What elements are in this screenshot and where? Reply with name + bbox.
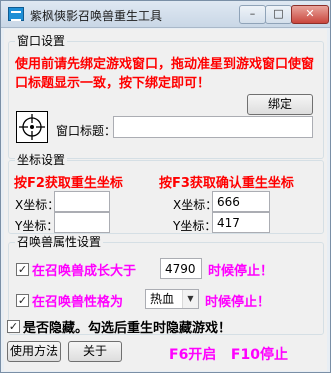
chevron-down-icon: ▼ [182, 290, 198, 308]
nature-condition-prefix: 在召唤兽性格为 [32, 295, 124, 310]
confirm-y-label: Y坐标： [173, 219, 217, 233]
window-title: 紫枫傸影召唤兽重生工具 [30, 9, 163, 23]
hide-checkbox[interactable]: ✓ [7, 320, 20, 333]
bind-button[interactable]: 绑定 [247, 94, 313, 115]
f3-hint: 按F3获取确认重生坐标 [159, 176, 294, 191]
rebirth-y-input[interactable] [54, 212, 110, 233]
maximize-button[interactable]: □ [265, 5, 292, 24]
growth-value-input[interactable]: 4790 [160, 258, 202, 279]
crosshair-drag-handle[interactable] [16, 111, 48, 143]
hide-label: 是否隐藏。勾选后重生时隐藏游戏！ [23, 321, 232, 336]
coordinate-setup-group: 坐标设置 按F2获取重生坐标 按F3获取确认重生坐标 X坐标： Y坐标： X坐标… [8, 153, 324, 234]
window-title-label: 窗口标题： [56, 124, 117, 138]
confirm-y-input[interactable]: 417 [212, 212, 270, 233]
nature-checkbox[interactable]: ✓ [16, 294, 29, 307]
window-title-input[interactable] [113, 116, 313, 138]
pet-attribute-legend: 召唤兽属性设置 [15, 235, 104, 249]
close-button[interactable]: ✕ [291, 5, 329, 24]
window-setup-legend: 窗口设置 [15, 34, 68, 48]
client-area: 窗口设置 使用前请先绑定游戏窗口，拖动准星到游戏窗口使窗口标题显示一致，按下绑定… [4, 29, 327, 371]
hotkey-hint: F6开启 F10停止 [169, 347, 288, 363]
f2-hint: 按F2获取重生坐标 [14, 176, 123, 191]
confirm-x-label: X坐标： [173, 198, 218, 212]
rebirth-x-input[interactable] [54, 191, 110, 212]
crosshair-icon [19, 114, 45, 140]
growth-condition-suffix: 时候停止！ [208, 264, 274, 279]
app-window: 紫枫傸影召唤兽重生工具 – □ ✕ 窗口设置 使用前请先绑定游戏窗口，拖动准星到… [0, 0, 331, 373]
confirm-x-input[interactable]: 666 [212, 191, 270, 212]
rebirth-x-label: X坐标： [15, 198, 60, 212]
about-button[interactable]: 关于 [68, 341, 122, 362]
rebirth-y-label: Y坐标： [15, 219, 59, 233]
nature-select[interactable]: 热血 ▼ [145, 289, 199, 309]
window-setup-group: 窗口设置 使用前请先绑定游戏窗口，拖动准星到游戏窗口使窗口标题显示一致，按下绑定… [8, 34, 324, 159]
growth-condition-prefix: 在召唤兽成长大于 [32, 264, 137, 279]
bind-instruction: 使用前请先绑定游戏窗口，拖动准星到游戏窗口使窗口标题显示一致，按下绑定即可！ [15, 57, 315, 91]
title-bar: 紫枫傸影召唤兽重生工具 – □ ✕ [1, 1, 330, 28]
growth-checkbox[interactable]: ✓ [16, 263, 29, 276]
coordinate-setup-legend: 坐标设置 [15, 153, 68, 167]
nature-select-value: 热血 [150, 292, 175, 306]
usage-button[interactable]: 使用方法 [7, 341, 61, 362]
nature-condition-suffix: 时候停止！ [205, 295, 271, 310]
minimize-button[interactable]: – [239, 5, 266, 24]
app-icon [8, 7, 24, 21]
